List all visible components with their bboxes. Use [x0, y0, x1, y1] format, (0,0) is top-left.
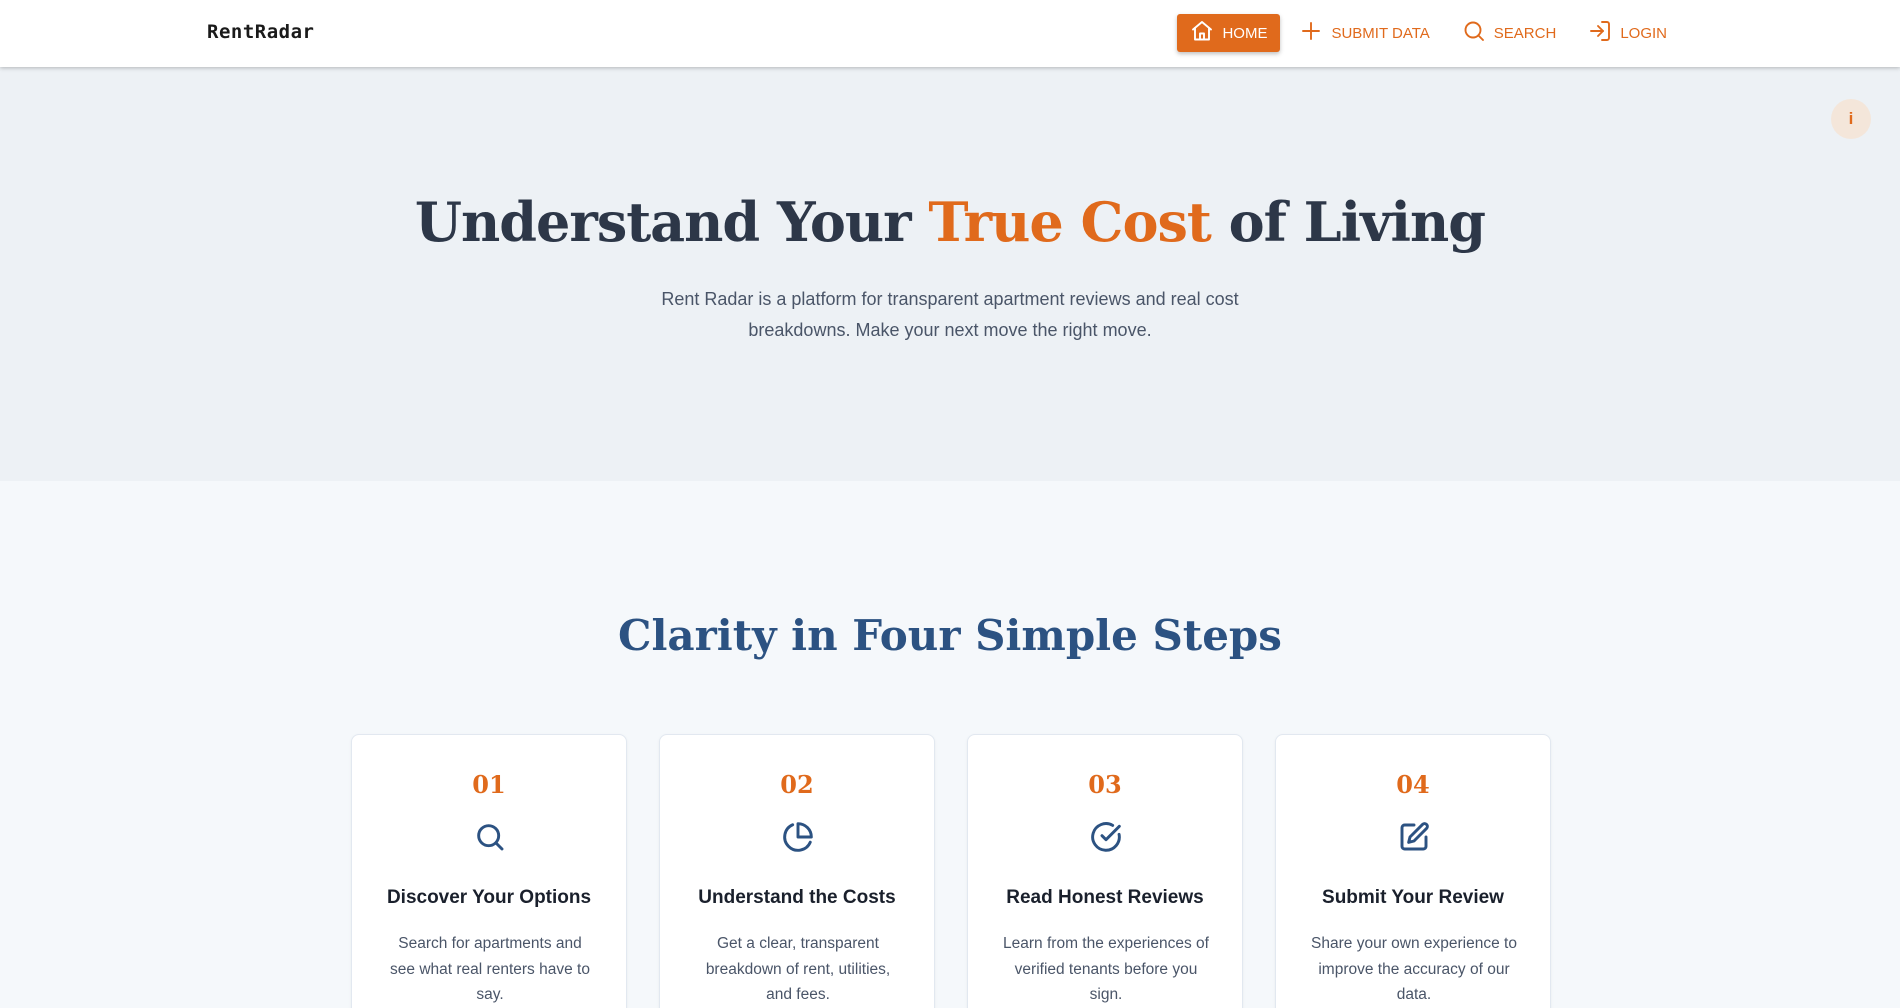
hero-title-start: Understand Your — [414, 190, 929, 254]
step-description: Search for apartments and see what real … — [390, 935, 590, 1003]
brand-logo[interactable]: RentRadar — [207, 21, 314, 43]
step-number: 02 — [780, 770, 814, 799]
step-description: Learn from the experiences of verified t… — [1003, 935, 1209, 1003]
step-description: Get a clear, transparent breakdown of re… — [705, 935, 891, 1003]
step-card-4: 04 Submit Your Review Share your own exp… — [1275, 734, 1551, 1008]
pie-chart-icon — [782, 821, 814, 853]
nav-search-label: SEARCH — [1493, 24, 1557, 42]
step-number: 03 — [1088, 770, 1122, 799]
step-title: Understand the Costs — [698, 887, 896, 908]
nav-login-button[interactable]: LOGIN — [1575, 14, 1680, 52]
step-title: Submit Your Review — [1322, 887, 1504, 908]
home-icon — [1190, 19, 1214, 47]
nav-search-button[interactable]: SEARCH — [1449, 14, 1570, 52]
nav-home-button[interactable]: HOME — [1177, 14, 1281, 52]
hero-title: Understand Your True Cost of Living — [0, 190, 1900, 254]
info-button[interactable]: i — [1831, 99, 1871, 139]
steps-section: Clarity in Four Simple Steps 01 Discover… — [0, 481, 1900, 1008]
step-number: 01 — [472, 770, 506, 799]
main-nav: HOME SUBMIT DATA SEARCH LOGIN — [1171, 14, 1680, 52]
nav-login-label: LOGIN — [1620, 24, 1667, 42]
step-title: Discover Your Options — [386, 887, 592, 908]
step-card-3: 03 Read Honest Reviews Learn from the ex… — [967, 734, 1243, 1008]
hero-section — [0, 67, 1900, 481]
step-card-2: 02 Understand the Costs Get a clear, tra… — [659, 734, 935, 1008]
steps-title: Clarity in Four Simple Steps — [618, 611, 1282, 660]
top-navbar: RentRadar HOME SUBMIT DATA SEARCH LOGIN — [0, 0, 1900, 67]
step-description: Share your own experience to improve the… — [1311, 935, 1517, 1003]
step-title: Read Honest Reviews — [1006, 887, 1204, 908]
steps-cards: 01 Discover Your Options Search for apar… — [351, 734, 1551, 1008]
hero-subtitle: Rent Radar is a platform for transparent… — [661, 289, 1239, 340]
search-icon — [1462, 19, 1486, 47]
step-number: 04 — [1396, 770, 1430, 799]
hero-title-end: of Living — [1210, 190, 1486, 254]
search-icon — [474, 821, 506, 853]
login-icon — [1588, 19, 1612, 47]
edit-icon — [1398, 821, 1430, 853]
step-card-1: 01 Discover Your Options Search for apar… — [351, 734, 627, 1008]
nav-submit-data-button[interactable]: SUBMIT DATA — [1286, 14, 1442, 52]
nav-submit-label: SUBMIT DATA — [1331, 24, 1430, 42]
nav-home-label: HOME — [1222, 24, 1268, 42]
plus-icon — [1299, 19, 1323, 47]
check-circle-icon — [1090, 821, 1122, 853]
hero-title-accent: True Cost — [928, 190, 1211, 254]
